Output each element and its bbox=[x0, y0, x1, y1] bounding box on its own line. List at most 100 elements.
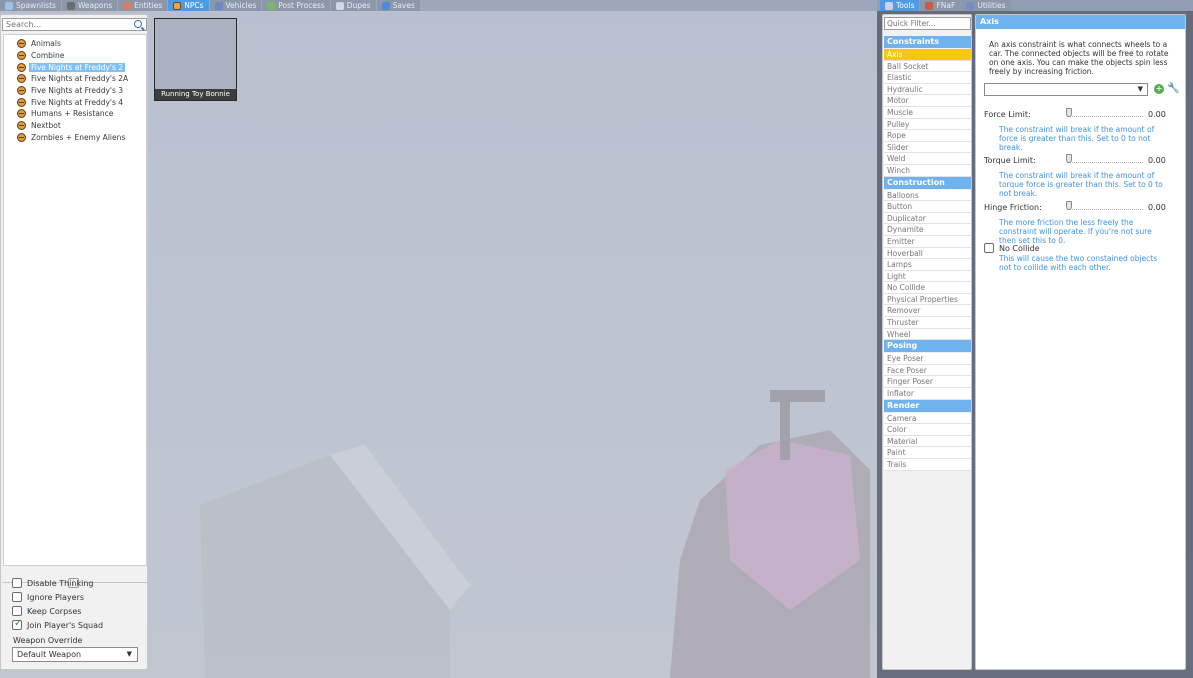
tool-item-remover[interactable]: Remover bbox=[884, 305, 971, 318]
tool-item-rope[interactable]: Rope bbox=[884, 130, 971, 142]
tool-item-physical-properties[interactable]: Physical Properties bbox=[884, 293, 971, 306]
tool-item-inflator[interactable]: Inflator bbox=[884, 388, 971, 400]
slider-knob[interactable] bbox=[1066, 201, 1072, 210]
disable-thinking-checkbox[interactable] bbox=[12, 578, 22, 588]
tool-item-hoverball[interactable]: Hoverball bbox=[884, 247, 971, 260]
tool-item-light[interactable]: Light bbox=[884, 270, 971, 283]
nocollide-checkbox[interactable] bbox=[984, 243, 994, 253]
add-preset-icon[interactable]: + bbox=[1154, 84, 1164, 94]
ignore-players-option[interactable]: Ignore Players bbox=[12, 592, 84, 602]
tool-item-thruster[interactable]: Thruster bbox=[884, 317, 971, 329]
tool-item-lamps[interactable]: Lamps bbox=[884, 259, 971, 271]
tool-item-pulley[interactable]: Pulley bbox=[884, 118, 971, 131]
preset-dropdown[interactable]: ▼ bbox=[984, 83, 1148, 96]
category-header-posing[interactable]: Posing bbox=[884, 340, 971, 353]
chevron-down-icon: ▼ bbox=[126, 650, 132, 658]
tool-item-winch[interactable]: Winch bbox=[884, 164, 971, 177]
tab-dupes[interactable]: Dupes bbox=[330, 0, 376, 11]
hinge-friction-slider[interactable] bbox=[1066, 201, 1143, 210]
tree-item-fnaf2a[interactable]: Five Nights at Freddy's 2A bbox=[4, 73, 146, 85]
keep-corpses-checkbox[interactable] bbox=[12, 606, 22, 616]
ignore-players-checkbox[interactable] bbox=[12, 592, 22, 602]
join-squad-checkbox[interactable] bbox=[12, 618, 22, 630]
tool-item-paint[interactable]: Paint bbox=[884, 447, 971, 459]
disable-thinking-option[interactable]: Disable Thinking bbox=[12, 578, 93, 588]
tool-item-emitter[interactable]: Emitter bbox=[884, 235, 971, 248]
utilities-icon bbox=[966, 1, 975, 10]
tool-item-motor[interactable]: Motor bbox=[884, 95, 971, 107]
category-header-render[interactable]: Render bbox=[884, 399, 971, 412]
tool-item-ball-socket[interactable]: Ball Socket bbox=[884, 60, 971, 73]
tab-post-process[interactable]: Post Process bbox=[262, 0, 330, 11]
search-input[interactable] bbox=[2, 18, 147, 31]
tree-item-zombies[interactable]: Zombies + Enemy Aliens bbox=[4, 132, 146, 144]
tool-item-dynamite[interactable]: Dynamite bbox=[884, 224, 971, 236]
context-tabbar: Tools FNaF Utilities bbox=[877, 0, 1193, 11]
tab-spawnlists[interactable]: Spawnlists bbox=[0, 0, 61, 11]
category-header-construction[interactable]: Construction bbox=[884, 176, 971, 189]
category-header-constraints[interactable]: Constraints bbox=[884, 36, 971, 48]
tool-item-balloons[interactable]: Balloons bbox=[884, 189, 971, 202]
tab-saves[interactable]: Saves bbox=[376, 0, 420, 11]
join-squad-option[interactable]: Join Player's Squad bbox=[12, 618, 103, 630]
tab-npcs[interactable]: NPCs bbox=[168, 0, 209, 11]
slider-knob[interactable] bbox=[1066, 154, 1072, 163]
tool-list-panel: ConstraintsAxisBall SocketElasticHydraul… bbox=[882, 14, 972, 670]
tool-item-muscle[interactable]: Muscle bbox=[884, 106, 971, 119]
tool-item-duplicator[interactable]: Duplicator bbox=[884, 212, 971, 225]
tool-item-slider[interactable]: Slider bbox=[884, 141, 971, 154]
tool-item-hydraulic[interactable]: Hydraulic bbox=[884, 83, 971, 96]
tree-item-nextbot[interactable]: Nextbot bbox=[4, 120, 146, 132]
tab-vehicles[interactable]: Vehicles bbox=[209, 0, 262, 11]
tool-item-no-collide[interactable]: No Collide bbox=[884, 282, 971, 294]
tree-item-combine[interactable]: Combine bbox=[4, 50, 146, 62]
force-limit-value: 0.00 bbox=[1148, 110, 1166, 119]
tool-item-eye-poser[interactable]: Eye Poser bbox=[884, 353, 971, 365]
npc-sidebar: Animals Combine Five Nights at Freddy's … bbox=[0, 14, 148, 670]
tool-item-trails[interactable]: Trails bbox=[884, 459, 971, 471]
tree-item-animals[interactable]: Animals bbox=[4, 38, 146, 50]
hinge-friction-value: 0.00 bbox=[1148, 203, 1166, 212]
npc-spawn-icon[interactable]: Running Toy Bonnie bbox=[154, 18, 237, 101]
torque-limit-slider[interactable] bbox=[1066, 154, 1143, 163]
tool-item-weld[interactable]: Weld bbox=[884, 153, 971, 165]
quick-filter-input[interactable] bbox=[884, 17, 971, 30]
gun-icon bbox=[66, 1, 75, 10]
tree-item-fnaf4[interactable]: Five Nights at Freddy's 4 bbox=[4, 96, 146, 108]
properties-title: Axis bbox=[976, 15, 1185, 29]
tab-utilities[interactable]: Utilities bbox=[961, 0, 1011, 11]
tool-item-color[interactable]: Color bbox=[884, 424, 971, 436]
tab-weapons[interactable]: Weapons bbox=[61, 0, 118, 11]
spawnmenu-tabbar: Spawnlists Weapons Entities NPCs Vehicle… bbox=[0, 0, 877, 11]
weapon-override-dropdown[interactable]: Default Weapon ▼ bbox=[12, 647, 138, 662]
save-icon bbox=[381, 1, 390, 10]
search-icon[interactable] bbox=[134, 20, 142, 28]
grid-icon bbox=[5, 1, 13, 10]
tree-item-fnaf2[interactable]: Five Nights at Freddy's 2 bbox=[4, 61, 146, 73]
tool-item-button[interactable]: Button bbox=[884, 201, 971, 213]
dupe-icon bbox=[335, 1, 344, 10]
npc-face-icon bbox=[17, 109, 26, 119]
tab-entities[interactable]: Entities bbox=[118, 0, 168, 11]
tool-category-list: Constraints Axis Ball Socket Elastic Hydraul… bbox=[884, 36, 971, 471]
tree-item-fnaf3[interactable]: Five Nights at Freddy's 3 bbox=[4, 85, 146, 97]
torque-limit-label: Torque Limit: bbox=[984, 156, 1036, 165]
nocollide-help: This will cause the two constained objec… bbox=[999, 254, 1158, 272]
nocollide-option[interactable]: No Collide bbox=[984, 243, 1040, 253]
tab-tools[interactable]: Tools bbox=[880, 0, 920, 11]
wrench-icon[interactable]: 🔧 bbox=[1167, 83, 1179, 95]
tree-item-humans[interactable]: Humans + Resistance bbox=[4, 108, 146, 120]
tool-item-axis[interactable]: Axis bbox=[884, 49, 971, 61]
npc-face-icon bbox=[17, 74, 26, 84]
tool-item-elastic[interactable]: Elastic bbox=[884, 72, 971, 84]
tool-item-material[interactable]: Material bbox=[884, 435, 971, 448]
force-limit-slider[interactable] bbox=[1066, 108, 1143, 117]
tool-item-finger-poser[interactable]: Finger Poser bbox=[884, 376, 971, 389]
tab-fnaf[interactable]: FNaF bbox=[920, 0, 961, 11]
torque-limit-help: The constraint will break if the amount … bbox=[999, 171, 1163, 198]
slider-knob[interactable] bbox=[1066, 108, 1072, 117]
tool-item-camera[interactable]: Camera bbox=[884, 412, 971, 425]
tool-item-face-poser[interactable]: Face Poser bbox=[884, 364, 971, 377]
tool-item-wheel[interactable]: Wheel bbox=[884, 328, 971, 341]
keep-corpses-option[interactable]: Keep Corpses bbox=[12, 606, 81, 616]
